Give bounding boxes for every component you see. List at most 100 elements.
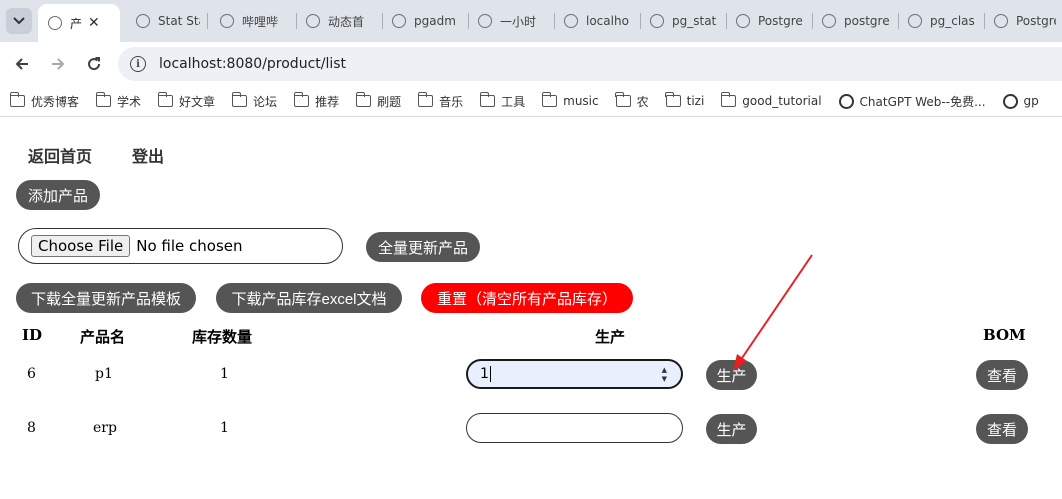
row-stock: 1: [220, 366, 229, 382]
folder-icon: [355, 92, 372, 107]
tab-favicon-icon: [908, 14, 922, 28]
quantity-value: 1: [480, 366, 489, 382]
add-product-button[interactable]: 添加产品: [16, 180, 100, 210]
bookmark-folder[interactable]: 优秀博客: [9, 92, 79, 110]
bookmark-folder[interactable]: 工具: [479, 92, 525, 110]
folder-icon: [293, 92, 310, 107]
bookmark-folder[interactable]: 论坛: [231, 92, 277, 110]
tab-favicon-icon: [392, 14, 406, 28]
back-button[interactable]: [10, 52, 34, 76]
tab-favicon-icon: [136, 14, 150, 28]
choose-file-button[interactable]: Choose File: [31, 235, 131, 257]
folder-icon: [95, 92, 112, 107]
tab-item[interactable]: localho: [554, 6, 640, 36]
close-tab-icon[interactable]: ✕: [88, 15, 100, 31]
tab-favicon-icon: [306, 14, 320, 28]
header-id: ID: [22, 326, 43, 344]
tab-item[interactable]: Stat Sta: [126, 6, 206, 36]
tab-active[interactable]: 产 ✕: [38, 4, 120, 42]
browser-toolbar: i localhost:8080/product/list: [0, 42, 1062, 86]
bookmark-link[interactable]: ChatGPT Web--免费...: [838, 93, 986, 110]
folder-icon: [541, 92, 558, 107]
folder-icon: [479, 92, 496, 107]
bookmark-folder[interactable]: 学术: [95, 92, 141, 110]
text-caret: [489, 366, 491, 382]
tab-item[interactable]: Postgre: [984, 6, 1062, 36]
tab-item[interactable]: pg_clas: [898, 6, 984, 36]
view-bom-button[interactable]: 查看: [976, 414, 1028, 444]
arrow-right-icon: [52, 58, 65, 70]
chatgpt-icon: [838, 93, 854, 109]
tab-item[interactable]: pg_stat: [640, 6, 726, 36]
info-icon[interactable]: i: [130, 56, 146, 72]
bookmark-folder[interactable]: 推荐: [293, 92, 339, 110]
reset-stock-button[interactable]: 重置（清空所有产品库存）: [421, 283, 633, 313]
download-stock-button[interactable]: 下载产品库存excel文档: [216, 283, 402, 313]
tab-separator: [207, 13, 208, 29]
file-status: No file chosen: [136, 237, 243, 255]
row-name: p1: [95, 366, 113, 382]
folder-icon: [157, 92, 174, 107]
bookmark-folder[interactable]: tizi: [665, 92, 704, 108]
product-list-page: 返回首页 登出 添加产品 Choose File No file chosen …: [0, 117, 1062, 499]
produce-quantity-input[interactable]: 1 ▲ ▼: [466, 359, 683, 389]
folder-icon: [417, 92, 434, 107]
bookmarks-bar: 优秀博客 学术 好文章 论坛 推荐 刷题 音乐 工具 music 农 tizi …: [0, 86, 1062, 116]
tab-favicon-icon: [822, 14, 836, 28]
tab-favicon-icon: [650, 14, 664, 28]
file-upload-field: Choose File No file chosen: [18, 228, 343, 264]
header-name: 产品名: [80, 328, 126, 346]
tab-favicon-icon: [478, 14, 492, 28]
reload-icon: [88, 57, 101, 71]
tab-item[interactable]: 一小时: [468, 6, 554, 36]
produce-quantity-input[interactable]: [466, 413, 683, 443]
stepper-arrows-icon[interactable]: ▲ ▼: [662, 366, 667, 384]
bookmark-folder[interactable]: good_tutorial: [720, 92, 822, 108]
tab-search-button[interactable]: [6, 8, 32, 34]
bookmark-folder[interactable]: 农: [615, 92, 649, 110]
url-text: localhost:8080/product/list: [159, 56, 347, 72]
tab-title: 产: [70, 16, 83, 31]
tab-item[interactable]: 动态首: [296, 6, 382, 36]
tab-item[interactable]: Postgre: [726, 6, 812, 36]
download-template-button[interactable]: 下载全量更新产品模板: [16, 283, 196, 313]
folder-icon: [615, 92, 631, 107]
bookmark-folder[interactable]: 好文章: [157, 92, 215, 110]
row-id: 6: [27, 366, 36, 382]
header-produce: 生产: [595, 328, 626, 346]
tab-item[interactable]: 哔哩哔: [210, 6, 296, 36]
header-stock: 库存数量: [192, 328, 253, 346]
bookmark-folder[interactable]: 刷题: [355, 92, 401, 110]
folder-icon: [9, 92, 25, 107]
tab-item[interactable]: postgre: [812, 6, 898, 36]
produce-button[interactable]: 生产: [706, 360, 757, 390]
full-update-button[interactable]: 全量更新产品: [366, 232, 480, 262]
folder-icon: [720, 92, 737, 107]
globe-icon: [48, 16, 62, 30]
row-id: 8: [27, 420, 36, 436]
forward-button[interactable]: [46, 52, 70, 76]
bookmark-folder[interactable]: 音乐: [417, 92, 463, 110]
bookmark-folder[interactable]: music: [541, 92, 599, 108]
logout-link[interactable]: 登出: [132, 143, 164, 167]
chatgpt-icon: [1002, 93, 1018, 109]
tab-favicon-icon: [736, 14, 750, 28]
folder-icon: [231, 92, 248, 107]
tab-favicon-icon: [564, 14, 578, 28]
arrow-left-icon: [15, 58, 28, 70]
home-link[interactable]: 返回首页: [28, 143, 92, 167]
folder-icon: [665, 92, 681, 107]
reload-button[interactable]: [82, 52, 106, 76]
tab-item[interactable]: pgadm: [382, 6, 468, 36]
browser-tab-bar: 产 ✕ Stat Sta 哔哩哔 动态首 pgadm 一小时 localho p…: [0, 0, 1062, 42]
tab-favicon-icon: [220, 14, 234, 28]
header-bom: BOM: [983, 326, 1026, 344]
view-bom-button[interactable]: 查看: [976, 360, 1028, 390]
address-bar[interactable]: i localhost:8080/product/list: [118, 47, 1062, 81]
produce-button[interactable]: 生产: [706, 414, 757, 444]
bookmark-link[interactable]: gp: [1002, 93, 1039, 109]
row-stock: 1: [220, 420, 229, 436]
chevron-down-icon: [13, 17, 25, 25]
row-name: erp: [93, 420, 117, 436]
tab-favicon-icon: [994, 14, 1008, 28]
